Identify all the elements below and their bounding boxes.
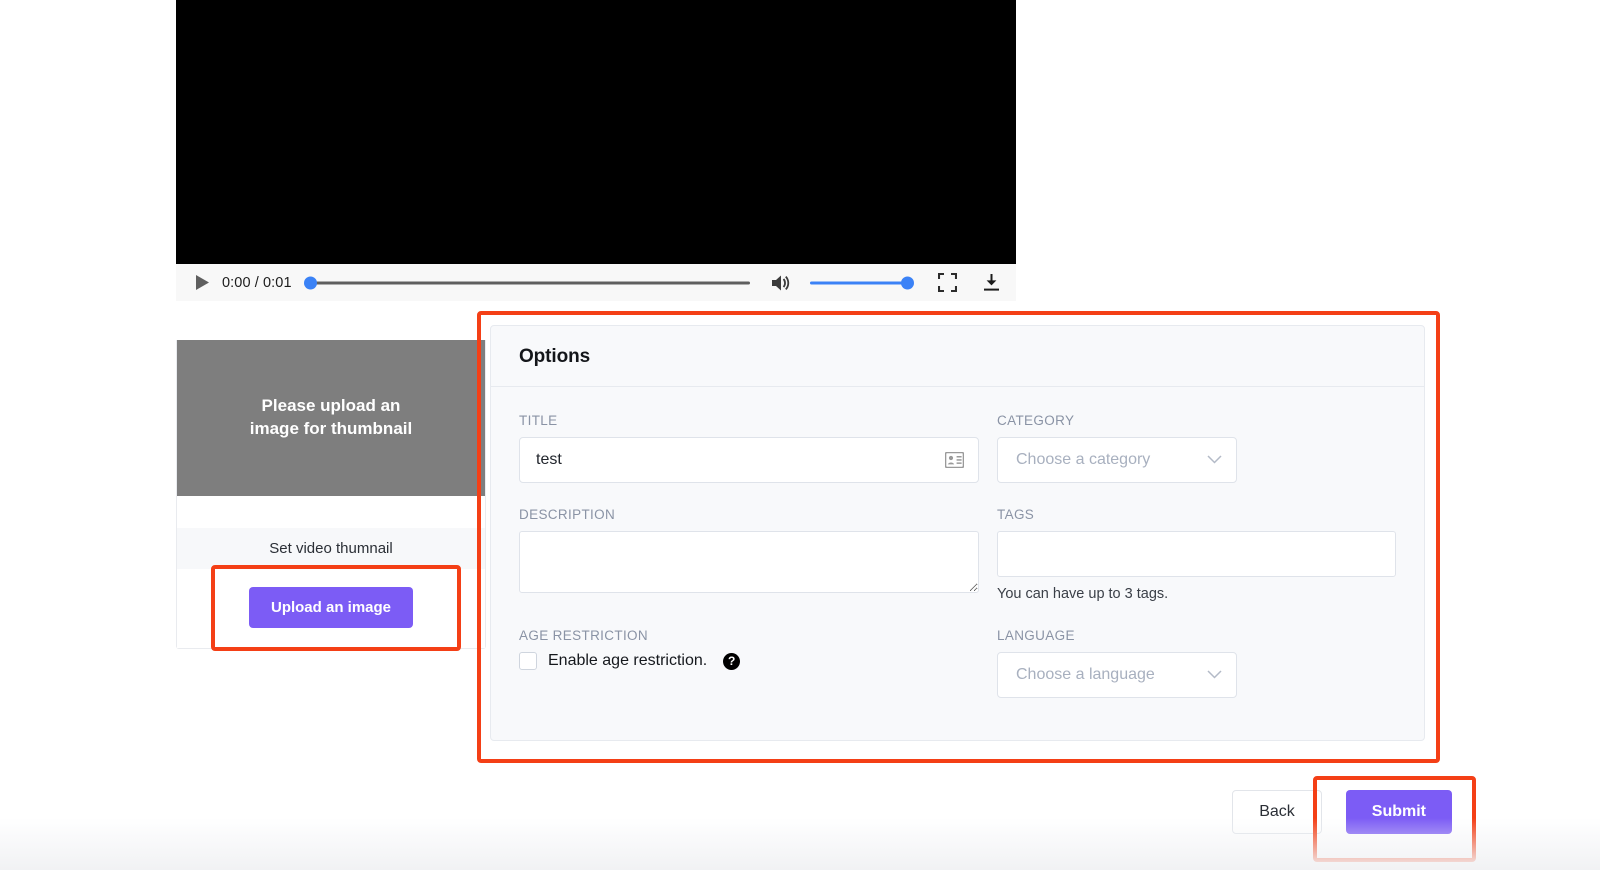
progress-knob[interactable] [303, 276, 317, 289]
category-placeholder: Choose a category [1016, 451, 1151, 468]
description-label: DESCRIPTION [519, 507, 616, 522]
language-label: LANGUAGE [997, 628, 1075, 643]
category-field-group: CATEGORY Choose a category [979, 413, 1396, 483]
tags-hint: You can have up to 3 tags. [997, 586, 1169, 602]
progress-track [305, 281, 750, 284]
thumbnail-actions: Upload an image [177, 569, 485, 648]
thumbnail-card: Please upload an image for thumbnail Set… [176, 340, 486, 649]
age-restriction-label: AGE RESTRICTION [519, 628, 649, 643]
chevron-down-icon[interactable] [1207, 666, 1222, 684]
language-select[interactable]: Choose a language [997, 652, 1237, 698]
age-restriction-checkbox[interactable] [519, 652, 537, 670]
title-input[interactable] [534, 450, 937, 470]
title-label: TITLE [519, 413, 558, 428]
footer-actions: Back Submit [1232, 790, 1452, 834]
age-restriction-checkbox-label: Enable age restriction. [548, 652, 708, 669]
age-restriction-group: AGE RESTRICTION Enable age restriction. … [519, 628, 979, 698]
options-panel: Options TITLE test CATEGORY Choose a cat… [490, 325, 1425, 741]
video-time-display: 0:00 / 0:01 [222, 274, 292, 291]
tags-input[interactable] [997, 531, 1396, 577]
form-row-age-language: AGE RESTRICTION Enable age restriction. … [519, 628, 1396, 698]
video-viewport[interactable] [176, 0, 1016, 264]
category-label: CATEGORY [997, 413, 1075, 428]
language-placeholder: Choose a language [1016, 666, 1155, 683]
submit-button[interactable]: Submit [1345, 790, 1452, 834]
video-player: 0:00 / 0:01 [176, 0, 1016, 301]
form-row-title-category: TITLE test CATEGORY Choose a category [519, 413, 1396, 483]
video-progress-slider[interactable] [303, 275, 750, 291]
tags-field-group: TAGS You can have up to 3 tags. [979, 507, 1396, 602]
title-input-shell[interactable] [519, 437, 979, 483]
options-panel-header: Options [491, 326, 1424, 387]
play-icon[interactable] [188, 269, 216, 297]
thumbnail-placeholder-text: Please upload an image for thumbnail [249, 396, 413, 438]
video-control-bar: 0:00 / 0:01 [176, 264, 1016, 301]
volume-high-icon[interactable] [768, 270, 794, 296]
options-title: Options [519, 346, 591, 367]
language-field-group: LANGUAGE Choose a language [979, 628, 1396, 698]
thumbnail-caption: Set video thumnail [177, 528, 485, 569]
page-root: 0:00 / 0:01 Please upload an image for t… [0, 0, 1600, 870]
download-icon[interactable] [978, 270, 1004, 296]
upload-image-button[interactable]: Upload an image [248, 587, 414, 628]
thumbnail-spacer [177, 496, 485, 528]
fullscreen-icon[interactable] [934, 270, 960, 296]
question-mark-icon[interactable]: ? [723, 652, 741, 670]
volume-knob[interactable] [901, 276, 914, 289]
back-button[interactable]: Back [1232, 790, 1322, 834]
volume-slider[interactable] [810, 275, 914, 291]
options-panel-body: TITLE test CATEGORY Choose a category DE… [491, 387, 1424, 740]
title-field-group: TITLE [519, 413, 979, 483]
description-textarea[interactable] [519, 531, 979, 593]
form-row-description-tags: DESCRIPTION TAGS You can have up to 3 ta… [519, 507, 1396, 602]
age-restriction-row: Enable age restriction. ? [519, 652, 979, 670]
chevron-down-icon[interactable] [1207, 451, 1222, 469]
volume-track [810, 281, 912, 284]
description-field-group: DESCRIPTION [519, 507, 979, 602]
thumbnail-placeholder: Please upload an image for thumbnail [177, 340, 485, 496]
category-select[interactable]: Choose a category [997, 437, 1237, 483]
contact-card-icon[interactable] [945, 452, 964, 468]
tags-label: TAGS [997, 507, 1035, 522]
